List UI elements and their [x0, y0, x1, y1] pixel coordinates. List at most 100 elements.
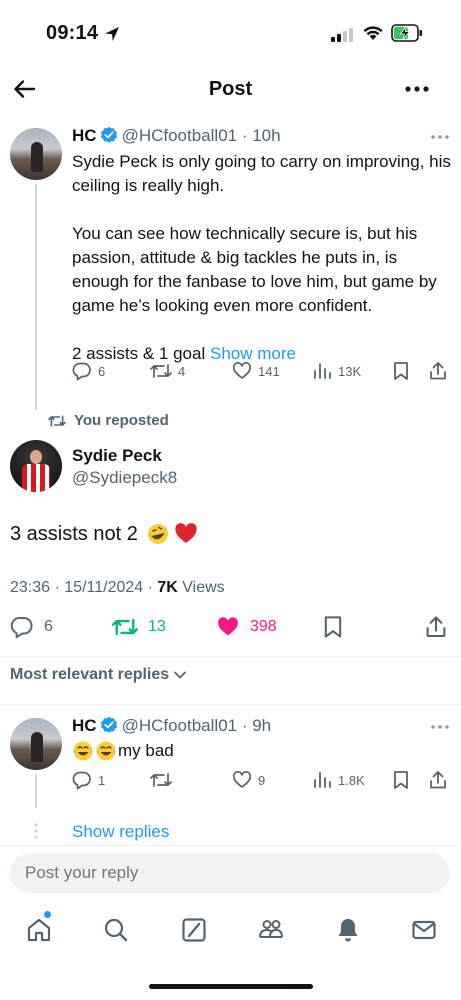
- red-heart-emoji-icon: [175, 523, 197, 543]
- repost-label: You reposted: [48, 412, 169, 429]
- avatar[interactable]: [10, 128, 62, 180]
- views-button[interactable]: 13K: [312, 361, 361, 381]
- unread-badge: [44, 911, 51, 918]
- tweet-actions: 6 4 141 13K: [0, 361, 461, 385]
- communities-icon[interactable]: [257, 916, 285, 944]
- wifi-icon: [363, 26, 383, 40]
- reply-button[interactable]: 6: [72, 361, 105, 381]
- tweet-header: HC @HCfootball01 · 10h: [72, 126, 281, 145]
- like-icon: [232, 771, 252, 788]
- like-icon: [218, 617, 238, 636]
- views-count: 13K: [338, 363, 362, 379]
- thread-dots: [34, 822, 38, 840]
- bottom-tab-bar: [0, 912, 461, 952]
- views-icon: [314, 772, 331, 788]
- page-title: Post: [208, 78, 253, 100]
- divider: [0, 656, 461, 657]
- battery-charging-icon: [391, 24, 422, 42]
- show-replies-link[interactable]: Show replies: [72, 822, 169, 842]
- tweet-options-icon[interactable]: [430, 132, 450, 142]
- tweet-actions: 6 13 398: [0, 615, 461, 643]
- author-name[interactable]: HC: [72, 126, 97, 145]
- like-count: 141: [258, 363, 280, 379]
- joy-emoji-icon: [73, 741, 93, 761]
- like-count: 9: [258, 772, 266, 788]
- divider: [0, 704, 461, 705]
- author-name[interactable]: Sydie Peck: [72, 446, 162, 466]
- views-count: 1.8K: [338, 772, 365, 788]
- search-icon[interactable]: [102, 916, 130, 944]
- tweet-time[interactable]: 10h: [252, 126, 280, 145]
- status-bar: 09:14: [0, 0, 461, 62]
- reply-composer[interactable]: [10, 853, 450, 893]
- grok-icon[interactable]: [180, 916, 208, 944]
- verified-icon: [100, 126, 117, 143]
- like-count: 398: [250, 618, 277, 635]
- repost-button[interactable]: 13: [112, 615, 166, 639]
- tweet-meta: 23:36 · 15/11/2024 · 7K Views: [10, 579, 225, 596]
- tweet-actions: 1 9 1.8K: [0, 770, 461, 794]
- repost-count: 4: [178, 363, 186, 379]
- avatar[interactable]: [10, 440, 62, 492]
- cellular-signal-icon: [331, 28, 353, 42]
- reply-count: 6: [44, 618, 53, 635]
- tweet-text: 3 assists not 2: [10, 522, 198, 546]
- joy-emoji-icon: [96, 741, 116, 761]
- tweet-header: HC @HCfootball01 · 9h: [72, 716, 272, 735]
- like-button[interactable]: 141: [232, 361, 280, 381]
- share-icon[interactable]: [428, 361, 448, 381]
- tweet-paragraph: You can see how technically secure is, b…: [72, 224, 437, 315]
- location-arrow-icon: [105, 27, 119, 41]
- bookmark-icon[interactable]: [392, 361, 410, 381]
- reply-button[interactable]: 1: [72, 770, 105, 790]
- tweet-date: 15/11/2024: [64, 579, 144, 596]
- reply-button[interactable]: 6: [10, 615, 53, 639]
- author-handle[interactable]: @Sydiepeck8: [72, 468, 177, 488]
- like-button[interactable]: 398: [216, 615, 277, 639]
- chevron-down-icon: [174, 671, 187, 679]
- author-name[interactable]: HC: [72, 716, 97, 735]
- home-indicator: [149, 984, 313, 989]
- home-icon[interactable]: [25, 916, 53, 944]
- repost-count: 13: [148, 618, 166, 635]
- reply-input[interactable]: [25, 863, 425, 883]
- divider: [0, 845, 461, 846]
- reply-icon: [72, 362, 91, 381]
- repost-button[interactable]: [150, 770, 178, 790]
- more-icon[interactable]: [403, 76, 431, 102]
- tweet-time[interactable]: 9h: [252, 716, 271, 735]
- like-button[interactable]: 9: [232, 770, 265, 790]
- status-time: 09:14: [46, 22, 99, 44]
- notifications-icon[interactable]: [334, 916, 362, 944]
- bookmark-icon[interactable]: [322, 615, 344, 639]
- messages-icon[interactable]: [410, 916, 438, 944]
- rofl-emoji-icon: [147, 524, 168, 544]
- repost-icon: [150, 364, 172, 378]
- reply-count: 6: [98, 363, 106, 379]
- repost-icon: [48, 414, 66, 427]
- author-handle[interactable]: @HCfootball01: [122, 716, 238, 735]
- tweet-time: 23:36: [10, 579, 51, 596]
- sort-replies-dropdown[interactable]: Most relevant replies: [10, 666, 187, 684]
- views-count[interactable]: 7K: [157, 579, 177, 596]
- bookmark-icon[interactable]: [392, 770, 410, 790]
- tweet-text: my bad: [72, 739, 456, 763]
- tweet-text: Sydie Peck is only going to carry on imp…: [72, 150, 456, 390]
- repost-icon: [112, 618, 138, 636]
- verified-icon: [100, 716, 117, 733]
- reply-icon: [10, 617, 33, 639]
- views-button[interactable]: 1.8K: [312, 770, 365, 790]
- views-icon: [314, 363, 331, 379]
- avatar[interactable]: [10, 718, 62, 770]
- post-header: Post: [0, 66, 461, 112]
- share-icon[interactable]: [428, 770, 448, 790]
- reply-icon: [72, 771, 91, 790]
- reply-count: 1: [98, 772, 106, 788]
- tweet-paragraph: Sydie Peck is only going to carry on imp…: [72, 152, 451, 195]
- author-handle[interactable]: @HCfootball01: [122, 126, 238, 145]
- share-icon[interactable]: [424, 615, 448, 639]
- like-icon: [232, 362, 252, 379]
- repost-icon: [150, 773, 172, 787]
- repost-button[interactable]: 4: [150, 361, 185, 381]
- tweet-options-icon[interactable]: [430, 722, 450, 732]
